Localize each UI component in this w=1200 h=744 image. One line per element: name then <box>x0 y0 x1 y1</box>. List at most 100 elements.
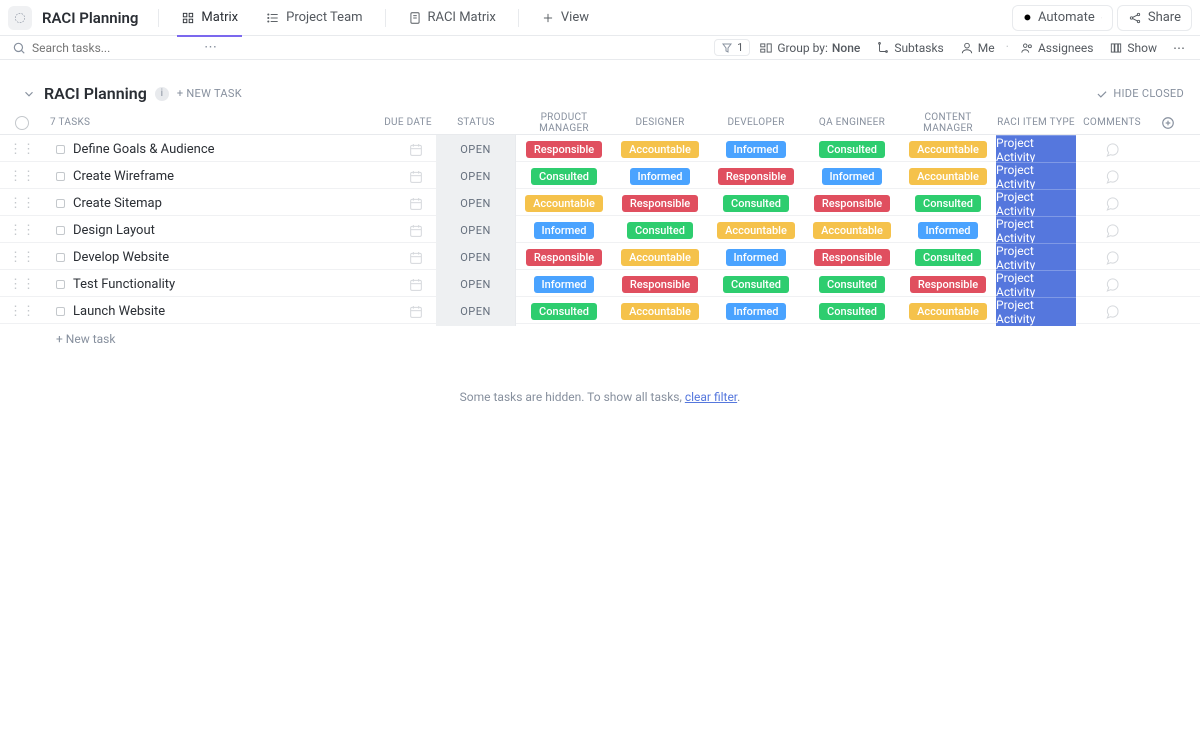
filter-count[interactable]: 1 <box>714 39 750 56</box>
group-by-button[interactable]: Group by: None <box>752 38 867 58</box>
status-cell[interactable]: OPEN <box>436 162 516 191</box>
info-icon[interactable]: i <box>155 87 169 101</box>
subtasks-button[interactable]: Subtasks <box>869 38 950 58</box>
drag-handle-icon[interactable]: ⋮⋮ <box>0 169 44 184</box>
list-type-icon[interactable] <box>8 6 32 30</box>
col-developer[interactable]: DEVELOPER <box>708 117 804 128</box>
pm-cell[interactable]: Consulted <box>516 162 612 191</box>
qa-cell[interactable]: Accountable <box>804 216 900 245</box>
comment-cell[interactable] <box>1076 277 1148 293</box>
task-name[interactable]: Create Sitemap <box>73 196 162 211</box>
clear-filter-link[interactable]: clear filter <box>685 390 737 404</box>
status-dot[interactable] <box>56 226 65 235</box>
developer-cell[interactable]: Informed <box>708 135 804 164</box>
designer-cell[interactable]: Accountable <box>612 297 708 326</box>
select-all-checkbox[interactable] <box>15 116 29 130</box>
status-dot[interactable] <box>56 145 65 154</box>
task-name[interactable]: Launch Website <box>73 304 165 319</box>
developer-cell[interactable]: Consulted <box>708 270 804 299</box>
drag-handle-icon[interactable]: ⋮⋮ <box>0 304 44 319</box>
qa-cell[interactable]: Responsible <box>804 243 900 272</box>
designer-cell[interactable]: Consulted <box>612 216 708 245</box>
comment-cell[interactable] <box>1076 250 1148 266</box>
status-cell[interactable]: OPEN <box>436 189 516 218</box>
comment-cell[interactable] <box>1076 304 1148 320</box>
status-cell[interactable]: OPEN <box>436 216 516 245</box>
pm-cell[interactable]: Responsible <box>516 243 612 272</box>
tab-project-team[interactable]: Project Team <box>254 0 374 36</box>
col-status[interactable]: STATUS <box>436 117 516 128</box>
add-column-button[interactable] <box>1148 116 1188 130</box>
table-row[interactable]: ⋮⋮ Develop Website OPEN Responsible Acco… <box>0 243 1200 270</box>
col-raci-type[interactable]: RACI ITEM TYPE <box>996 117 1076 128</box>
status-dot[interactable] <box>56 307 65 316</box>
pm-cell[interactable]: Responsible <box>516 135 612 164</box>
table-row[interactable]: ⋮⋮ Test Functionality OPEN Informed Resp… <box>0 270 1200 297</box>
table-row[interactable]: ⋮⋮ Create Sitemap OPEN Accountable Respo… <box>0 189 1200 216</box>
pm-cell[interactable]: Informed <box>516 270 612 299</box>
developer-cell[interactable]: Informed <box>708 243 804 272</box>
task-name[interactable]: Test Functionality <box>73 277 175 292</box>
status-dot[interactable] <box>56 280 65 289</box>
status-cell[interactable]: OPEN <box>436 243 516 272</box>
qa-cell[interactable]: Consulted <box>804 270 900 299</box>
qa-cell[interactable]: Responsible <box>804 189 900 218</box>
search-input[interactable] <box>32 41 192 55</box>
task-name[interactable]: Design Layout <box>73 223 155 238</box>
raci-type-cell[interactable]: Project Activity <box>996 162 1076 191</box>
col-qa[interactable]: QA ENGINEER <box>804 117 900 128</box>
assignees-button[interactable]: Assignees <box>1013 38 1100 58</box>
pm-cell[interactable]: Informed <box>516 216 612 245</box>
developer-cell[interactable]: Consulted <box>708 189 804 218</box>
new-task-row-button[interactable]: + New task <box>0 324 1200 354</box>
cm-cell[interactable]: Accountable <box>900 135 996 164</box>
status-cell[interactable]: OPEN <box>436 270 516 299</box>
task-name[interactable]: Define Goals & Audience <box>73 142 215 157</box>
col-cm[interactable]: CONTENT MANAGER <box>900 112 996 134</box>
due-date-cell[interactable] <box>380 169 436 185</box>
designer-cell[interactable]: Accountable <box>612 135 708 164</box>
developer-cell[interactable]: Accountable <box>708 216 804 245</box>
col-designer[interactable]: DESIGNER <box>612 117 708 128</box>
raci-type-cell[interactable]: Project Activity <box>996 270 1076 299</box>
due-date-cell[interactable] <box>380 250 436 266</box>
col-due-date[interactable]: DUE DATE <box>380 117 436 128</box>
show-button[interactable]: Show <box>1102 38 1164 58</box>
drag-handle-icon[interactable]: ⋮⋮ <box>0 223 44 238</box>
drag-handle-icon[interactable]: ⋮⋮ <box>0 142 44 157</box>
raci-type-cell[interactable]: Project Activity <box>996 189 1076 218</box>
col-comments[interactable]: COMMENTS <box>1076 117 1148 128</box>
cm-cell[interactable]: Informed <box>900 216 996 245</box>
cm-cell[interactable]: Responsible <box>900 270 996 299</box>
add-view-button[interactable]: View <box>529 0 601 36</box>
qa-cell[interactable]: Consulted <box>804 297 900 326</box>
pm-cell[interactable]: Accountable <box>516 189 612 218</box>
due-date-cell[interactable] <box>380 223 436 239</box>
tab-raci-matrix-doc[interactable]: RACI Matrix <box>396 0 508 36</box>
col-pm[interactable]: PRODUCT MANAGER <box>516 112 612 134</box>
table-row[interactable]: ⋮⋮ Define Goals & Audience OPEN Responsi… <box>0 135 1200 162</box>
developer-cell[interactable]: Informed <box>708 297 804 326</box>
qa-cell[interactable]: Informed <box>804 162 900 191</box>
due-date-cell[interactable] <box>380 196 436 212</box>
raci-type-cell[interactable]: Project Activity <box>996 297 1076 326</box>
developer-cell[interactable]: Responsible <box>708 162 804 191</box>
status-dot[interactable] <box>56 172 65 181</box>
task-name[interactable]: Create Wireframe <box>73 169 174 184</box>
table-row[interactable]: ⋮⋮ Launch Website OPEN Consulted Account… <box>0 297 1200 324</box>
due-date-cell[interactable] <box>380 304 436 320</box>
cm-cell[interactable]: Consulted <box>900 189 996 218</box>
table-row[interactable]: ⋮⋮ Create Wireframe OPEN Consulted Infor… <box>0 162 1200 189</box>
hide-closed-button[interactable]: HIDE CLOSED <box>1095 87 1184 101</box>
raci-type-cell[interactable]: Project Activity <box>996 216 1076 245</box>
cm-cell[interactable]: Accountable <box>900 162 996 191</box>
more-options-button[interactable]: ⋯ <box>1166 38 1192 58</box>
tab-matrix[interactable]: Matrix <box>169 0 250 36</box>
comment-cell[interactable] <box>1076 142 1148 158</box>
share-button[interactable]: Share <box>1117 5 1192 31</box>
designer-cell[interactable]: Accountable <box>612 243 708 272</box>
new-task-inline-button[interactable]: + NEW TASK <box>177 87 242 100</box>
collapse-icon[interactable] <box>22 87 36 101</box>
search-options-icon[interactable]: ⋯ <box>204 40 217 55</box>
comment-cell[interactable] <box>1076 196 1148 212</box>
